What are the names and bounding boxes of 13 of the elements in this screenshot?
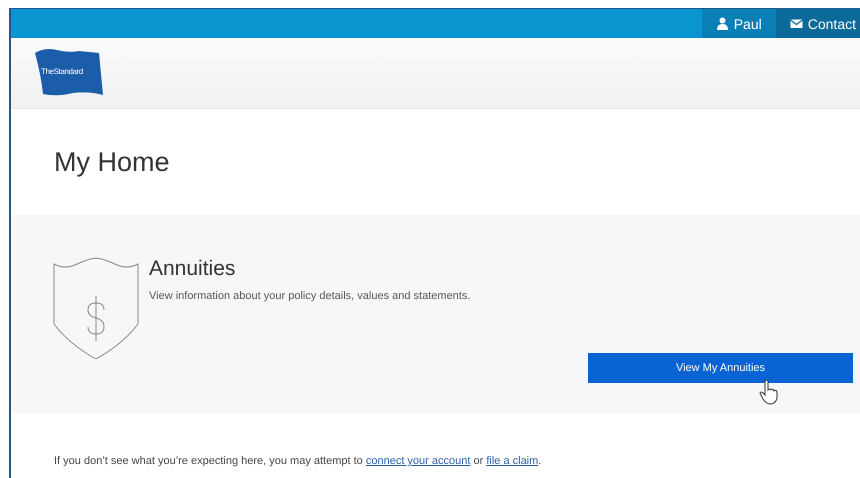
contact-button[interactable]: Contact [776, 9, 860, 38]
footer-link[interactable]: file a claim [486, 455, 538, 467]
card-description: View information about your policy details, values and statements. [149, 290, 470, 302]
card-title: Annuities [149, 257, 236, 281]
user-icon [716, 17, 729, 30]
footer-sentence: If you don’t see what you’re expecting here, you may attempt to connect your account or file a claim. [54, 455, 542, 467]
shield-dollar-icon [53, 257, 139, 359]
user-button[interactable]: Paul [702, 9, 776, 38]
hand-cursor-icon [759, 379, 779, 405]
footer-link[interactable]: connect your account [366, 455, 470, 467]
view-annuities-button[interactable]: View My Annuities [588, 353, 853, 383]
page-title: My Home [54, 146, 170, 178]
mail-icon [790, 17, 803, 30]
